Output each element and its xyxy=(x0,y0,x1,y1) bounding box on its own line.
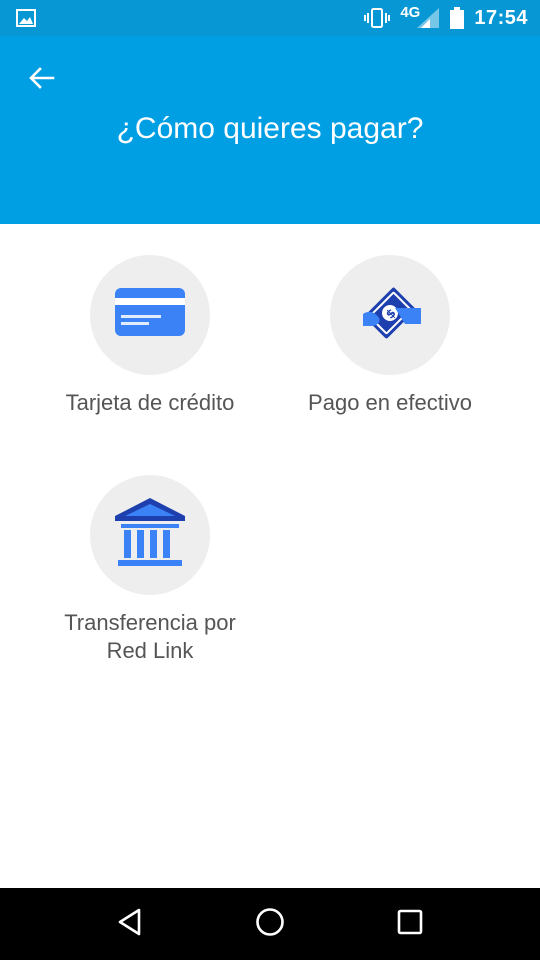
option-label: Pago en efectivo xyxy=(308,390,472,415)
option-icon-circle: $ xyxy=(330,255,450,375)
bank-icon xyxy=(113,496,187,575)
clock: 17:54 xyxy=(474,6,528,29)
nav-home-icon xyxy=(255,907,285,942)
vibrate-icon xyxy=(364,8,391,28)
signal-icon: 4G xyxy=(400,3,440,29)
option-label: Tarjeta de crédito xyxy=(65,390,235,415)
option-credit-card[interactable]: Tarjeta de crédito xyxy=(30,255,270,417)
option-cash-payment[interactable]: $ Pago en efectivo xyxy=(270,255,510,417)
credit-card-icon xyxy=(115,287,185,343)
status-bar: 4G 17:54 xyxy=(0,0,540,36)
network-type-label: 4G xyxy=(400,3,421,21)
nav-home-button[interactable] xyxy=(240,894,300,954)
nav-back-icon xyxy=(117,908,143,941)
nav-recents-button[interactable] xyxy=(380,894,440,954)
app-bar: ¿Cómo quieres pagar? xyxy=(0,36,540,224)
nav-recents-icon xyxy=(397,909,423,940)
option-label: Transferencia por Red Link xyxy=(64,610,236,663)
page-title: ¿Cómo quieres pagar? xyxy=(116,112,424,145)
nav-back-button[interactable] xyxy=(100,894,160,954)
screen: 4G 17:54 ¿Cómo quieres pagar? Tarjeta de… xyxy=(0,0,540,960)
navigation-bar xyxy=(0,888,540,960)
option-bank-transfer[interactable]: Transferencia por Red Link xyxy=(30,475,270,665)
image-notification-icon xyxy=(16,9,36,27)
option-icon-circle xyxy=(90,255,210,375)
back-button[interactable] xyxy=(22,60,62,100)
cash-payment-icon: $ xyxy=(355,280,425,351)
battery-icon xyxy=(450,7,465,29)
option-icon-circle xyxy=(90,475,210,595)
arrow-back-icon xyxy=(29,66,55,94)
